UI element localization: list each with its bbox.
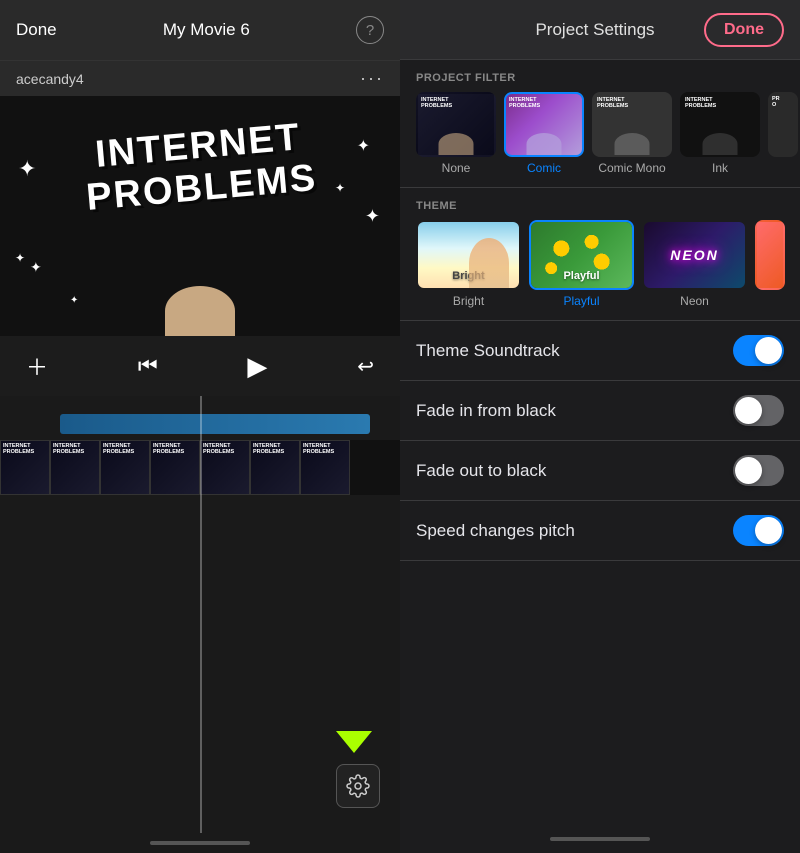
undo-button[interactable]: ↩: [351, 347, 380, 385]
settings-row-speed-pitch: Speed changes pitch: [400, 501, 800, 561]
theme-label-playful: Playful: [563, 294, 599, 308]
home-bar-left: [150, 841, 250, 845]
filter-thumb-ink: INTERNETPROBLEMS: [680, 92, 760, 157]
filter-label-ink: Ink: [712, 161, 728, 175]
play-button[interactable]: ▶: [241, 345, 273, 388]
help-button[interactable]: ?: [356, 16, 384, 44]
speed-pitch-toggle[interactable]: [733, 515, 784, 546]
fade-in-label: Fade in from black: [416, 401, 556, 421]
face-preview: [165, 286, 235, 336]
controls-bar: ＋ ⏮ ▶ ↩: [0, 336, 400, 396]
settings-row-fade-out: Fade out to black: [400, 441, 800, 501]
settings-icon-button[interactable]: [336, 764, 380, 808]
theme-item-playful[interactable]: Playful Playful: [529, 220, 634, 308]
video-title-text: INTERNETPROBLEMS: [17, 110, 383, 225]
settings-list: Theme Soundtrack Fade in from black Fade…: [400, 321, 800, 561]
filmstrip-frame: INTERNETPROBLEMS: [300, 440, 350, 495]
toggle-knob: [755, 517, 782, 544]
filter-item-next[interactable]: PRO: [768, 92, 798, 175]
speed-pitch-label: Speed changes pitch: [416, 521, 575, 541]
toggle-knob: [735, 457, 762, 484]
fade-out-toggle[interactable]: [733, 455, 784, 486]
filmstrip-frame: INTERNETPROBLEMS: [50, 440, 100, 495]
rewind-icon: ⏮: [138, 353, 158, 378]
undo-icon: ↩: [357, 356, 374, 378]
add-clip-button[interactable]: ＋: [20, 344, 54, 388]
person-silhouette: [469, 238, 509, 288]
username-label: acecandy4: [16, 71, 84, 87]
filmstrip-frame: INTERNETPROBLEMS: [250, 440, 300, 495]
timeline-cursor: [200, 396, 202, 833]
theme-playful-overlay-text: Playful: [531, 270, 632, 282]
theme-section: THEME Bright Bright Playful Playful: [400, 188, 800, 320]
filter-label-comic-mono: Comic Mono: [598, 161, 665, 175]
play-icon: ▶: [247, 351, 267, 381]
theme-soundtrack-toggle[interactable]: [733, 335, 784, 366]
theme-item-bright[interactable]: Bright Bright: [416, 220, 521, 308]
filter-item-comic[interactable]: INTERNETPROBLEMS Comic: [504, 92, 584, 175]
rewind-button[interactable]: ⏮: [132, 347, 164, 385]
audio-track[interactable]: [60, 414, 370, 434]
settings-row-theme-soundtrack: Theme Soundtrack: [400, 321, 800, 381]
filter-item-ink[interactable]: INTERNETPROBLEMS Ink: [680, 92, 760, 175]
left-header: Done My Movie 6 ?: [0, 0, 400, 60]
home-indicator-left: [0, 833, 400, 853]
theme-soundtrack-label: Theme Soundtrack: [416, 341, 560, 361]
more-options-button[interactable]: ···: [360, 68, 384, 89]
filter-thumb-comic: INTERNETPROBLEMS: [504, 92, 584, 157]
theme-label-bright: Bright: [453, 294, 484, 308]
sub-header: acecandy4 ···: [0, 60, 400, 96]
settings-arrow-indicator: [336, 731, 372, 753]
theme-thumb-playful: Playful: [529, 220, 634, 290]
done-button-left[interactable]: Done: [16, 20, 57, 40]
neon-overlay-text: NEON: [670, 247, 718, 263]
project-filter-section: PROJECT FILTER INTERNETPROBLEMS None INT…: [400, 60, 800, 187]
filter-thumb-none: INTERNETPROBLEMS: [416, 92, 496, 157]
filter-thumb-comic-mono: INTERNETPROBLEMS: [592, 92, 672, 157]
filmstrip-frame: INTERNETPROBLEMS: [150, 440, 200, 495]
timeline-area[interactable]: INTERNETPROBLEMS INTERNETPROBLEMS INTERN…: [0, 396, 400, 833]
home-bar-right: [550, 837, 650, 841]
filter-label-comic: Comic: [527, 161, 561, 175]
theme-label-neon: Neon: [680, 294, 709, 308]
theme-thumb-bright: Bright: [416, 220, 521, 290]
theme-section-label: THEME: [400, 188, 800, 220]
settings-row-fade-in: Fade in from black: [400, 381, 800, 441]
filter-scroll: INTERNETPROBLEMS None INTERNETPROBLEMS C…: [400, 92, 800, 187]
left-panel: Done My Movie 6 ? acecandy4 ··· INTERNET…: [0, 0, 400, 853]
theme-scroll: Bright Bright Playful Playful NEON: [400, 220, 800, 320]
filmstrip-frame: INTERNETPROBLEMS: [200, 440, 250, 495]
theme-thumb-neon: NEON: [642, 220, 747, 290]
gear-icon: [346, 774, 370, 798]
filter-item-comic-mono[interactable]: INTERNETPROBLEMS Comic Mono: [592, 92, 672, 175]
plus-icon: ＋: [26, 355, 48, 380]
arrow-down-icon: [336, 731, 372, 753]
theme-item-neon[interactable]: NEON Neon: [642, 220, 747, 308]
theme-thumb-extra: [755, 220, 785, 290]
movie-title: My Movie 6: [163, 20, 250, 40]
filter-item-none[interactable]: INTERNETPROBLEMS None: [416, 92, 496, 175]
project-settings-title: Project Settings: [535, 20, 654, 40]
home-indicator-right: [400, 833, 800, 853]
theme-item-extra[interactable]: [755, 220, 785, 308]
fade-out-label: Fade out to black: [416, 461, 546, 481]
toggle-knob: [735, 397, 762, 424]
right-header: Project Settings Done: [400, 0, 800, 60]
toggle-knob: [755, 337, 782, 364]
fade-in-toggle[interactable]: [733, 395, 784, 426]
filmstrip-frame: INTERNETPROBLEMS: [0, 440, 50, 495]
done-button-right[interactable]: Done: [704, 13, 784, 47]
project-filter-label: PROJECT FILTER: [400, 60, 800, 92]
right-panel: Project Settings Done PROJECT FILTER INT…: [400, 0, 800, 853]
video-preview: INTERNETPROBLEMS ✦ ✦ ✦ ✦ ✦ ✦ ✦: [0, 96, 400, 336]
filmstrip-frame: INTERNETPROBLEMS: [100, 440, 150, 495]
filter-label-none: None: [442, 161, 471, 175]
